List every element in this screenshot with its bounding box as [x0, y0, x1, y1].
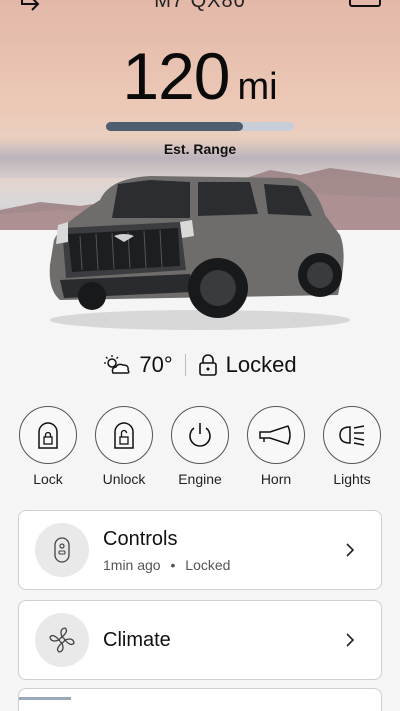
top-bar: M7 QX80	[0, 0, 400, 16]
unlock-door-icon[interactable]	[95, 406, 153, 464]
vehicle-status: 70° Locked	[0, 352, 400, 378]
lock-door-icon[interactable]	[19, 406, 77, 464]
vehicle-image	[49, 176, 350, 330]
lock-button[interactable]: Lock	[18, 406, 78, 487]
fan-icon	[35, 613, 89, 667]
range-unit: mi	[237, 66, 278, 108]
vehicle-model-title[interactable]: M7 QX80	[0, 0, 400, 13]
range-label: Est. Range	[163, 141, 237, 157]
controls-subtitle: 1min ago • Locked	[103, 557, 341, 573]
headlight-icon[interactable]	[323, 406, 381, 464]
message-icon[interactable]	[348, 0, 382, 10]
temperature: 70°	[139, 352, 173, 377]
lock-label: Lock	[33, 471, 63, 487]
controls-updated-time: 1min ago	[103, 556, 161, 573]
status-divider	[184, 354, 186, 376]
key-fob-icon	[35, 523, 89, 577]
lights-button[interactable]: Lights	[322, 406, 382, 487]
climate-card[interactable]: Climate	[18, 600, 382, 680]
lights-label: Lights	[333, 471, 371, 487]
padlock-icon	[198, 354, 217, 376]
quick-actions: Lock Unlock Engine Horn Lights	[18, 406, 382, 487]
controls-title: Controls	[103, 527, 178, 550]
range-display: 120 mi	[0, 38, 400, 114]
climate-title: Climate	[103, 628, 171, 651]
next-card-partial[interactable]	[18, 688, 382, 711]
range-value: 120	[122, 39, 230, 113]
chevron-right-icon	[346, 543, 355, 557]
horn-icon[interactable]	[247, 406, 305, 464]
partly-sunny-icon	[104, 355, 130, 374]
horn-button[interactable]: Horn	[246, 406, 306, 487]
chevron-right-icon	[346, 633, 355, 647]
controls-card[interactable]: Controls 1min ago • Locked	[18, 510, 382, 590]
range-progress-fill	[106, 122, 244, 131]
engine-label: Engine	[178, 471, 222, 487]
power-icon[interactable]	[171, 406, 229, 464]
separator-dot: •	[170, 556, 176, 573]
horn-label: Horn	[260, 471, 292, 487]
lock-state: Locked	[225, 352, 297, 377]
unlock-label: Unlock	[102, 471, 146, 487]
unlock-button[interactable]: Unlock	[94, 406, 154, 487]
range-progress-bar	[106, 122, 294, 131]
engine-button[interactable]: Engine	[170, 406, 230, 487]
card-accent	[19, 697, 71, 700]
controls-lock-status: Locked	[185, 556, 231, 573]
